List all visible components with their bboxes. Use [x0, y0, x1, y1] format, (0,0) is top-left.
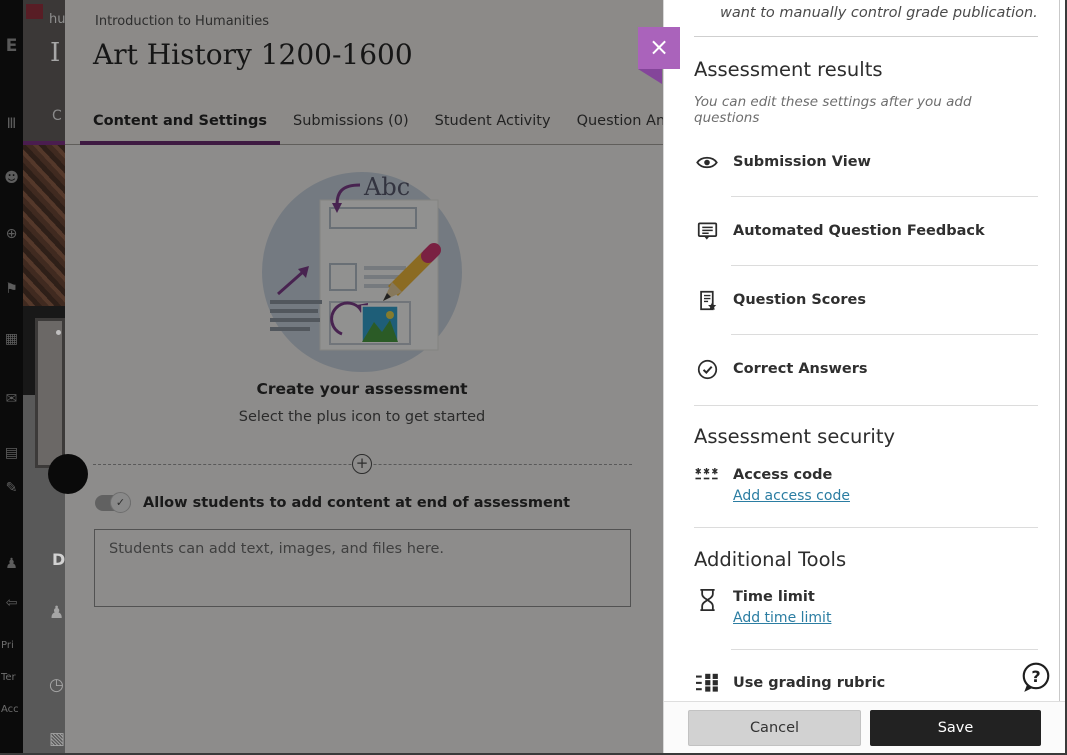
setting-label: Use grading rubric	[733, 675, 885, 691]
underlying-avatar	[48, 454, 88, 494]
underlying-header: hu I C	[23, 0, 65, 141]
setting-row-time-limit: Time limit Add time limit	[694, 586, 1038, 626]
person-icon[interactable]: ♟	[0, 556, 23, 572]
underlying-logo-badge	[26, 4, 43, 19]
feedback-bubble-icon	[694, 221, 720, 242]
assessment-results-heading: Assessment results	[694, 58, 1038, 81]
panel-footer: Cancel Save	[664, 701, 1065, 753]
flag-icon[interactable]: ⚑	[0, 281, 23, 297]
setting-row-grading-rubric: Use grading rubric	[694, 666, 1038, 700]
clock-icon: ◷	[49, 675, 64, 695]
divider	[731, 649, 1038, 650]
question-scores-icon	[694, 290, 720, 311]
edit-icon[interactable]: ✎	[0, 480, 23, 496]
setting-row-access-code: Access code Add access code	[694, 464, 1038, 504]
setting-label: Submission View	[733, 154, 871, 170]
help-icon[interactable]: ?	[1020, 661, 1052, 693]
setting-label: Correct Answers	[733, 361, 868, 377]
setting-row-correct-answers: Correct Answers	[694, 352, 1038, 386]
assessment-security-heading: Assessment security	[694, 425, 1038, 448]
divider	[731, 196, 1038, 197]
signout-icon[interactable]: ⇦	[0, 595, 23, 611]
brand-logo: E	[0, 36, 23, 56]
rubric-grid-icon	[694, 673, 720, 693]
assessment-results-note: You can edit these settings after you ad…	[694, 94, 1038, 126]
eye-icon	[694, 154, 720, 171]
roster-person-icon: ♟	[49, 603, 64, 623]
add-time-limit-link[interactable]: Add time limit	[733, 610, 831, 626]
institution-icon[interactable]: Ⅲ	[0, 116, 23, 132]
underlying-tab-text: C	[52, 108, 62, 124]
setting-label: Access code	[733, 467, 832, 483]
save-button[interactable]: Save	[870, 710, 1041, 746]
settings-panel: × want to manually control grade publica…	[663, 0, 1065, 753]
add-access-code-link[interactable]: Add access code	[733, 488, 850, 504]
underlying-dot	[56, 330, 61, 335]
setting-label: Question Scores	[733, 292, 866, 308]
underlying-title-text: I	[50, 38, 60, 68]
settings-panel-body: want to manually control grade publicati…	[664, 0, 1065, 701]
cancel-button[interactable]: Cancel	[688, 710, 861, 746]
mail-icon[interactable]: ✉	[0, 391, 23, 407]
setting-label: Time limit	[733, 589, 815, 605]
svg-text:?: ?	[1031, 667, 1040, 686]
calendar-icon[interactable]: ▦	[0, 331, 23, 347]
underlying-page-sliver: hu I C C D ♟ ◷ ▧	[23, 0, 65, 753]
underlying-section-heading: D	[52, 550, 65, 569]
check-circle-icon	[694, 359, 720, 380]
underlying-tapestry-image	[23, 145, 65, 306]
setting-row-question-feedback: Automated Question Feedback	[694, 214, 1038, 248]
divider	[694, 405, 1038, 406]
grade-publication-note: want to manually control grade publicati…	[720, 5, 1038, 21]
divider	[694, 36, 1038, 37]
hourglass-icon	[694, 586, 720, 626]
underlying-header-text: hu	[49, 12, 65, 27]
setting-row-question-scores: Question Scores	[694, 283, 1038, 317]
access-code-icon	[694, 464, 720, 504]
image-icon: ▧	[49, 729, 65, 749]
additional-tools-heading: Additional Tools	[694, 548, 1038, 571]
setting-label: Automated Question Feedback	[733, 223, 985, 239]
divider	[694, 527, 1038, 528]
nav-rail: E Ⅲ ☻ ⊕ ⚑ ▦ ✉ ▤ ✎ ♟ ⇦ Pri Ter Acc	[0, 0, 23, 753]
divider	[731, 265, 1038, 266]
setting-row-submission-view: Submission View	[694, 145, 1038, 179]
globe-icon[interactable]: ⊕	[0, 226, 23, 242]
people-icon[interactable]: ☻	[0, 170, 23, 186]
close-button-tail	[638, 69, 662, 84]
divider	[731, 334, 1038, 335]
blackboard-assessment-page: E Ⅲ ☻ ⊕ ⚑ ▦ ✉ ▤ ✎ ♟ ⇦ Pri Ter Acc hu I C…	[0, 0, 1067, 755]
document-icon[interactable]: ▤	[0, 445, 23, 461]
underlying-tablet-image	[35, 318, 65, 468]
